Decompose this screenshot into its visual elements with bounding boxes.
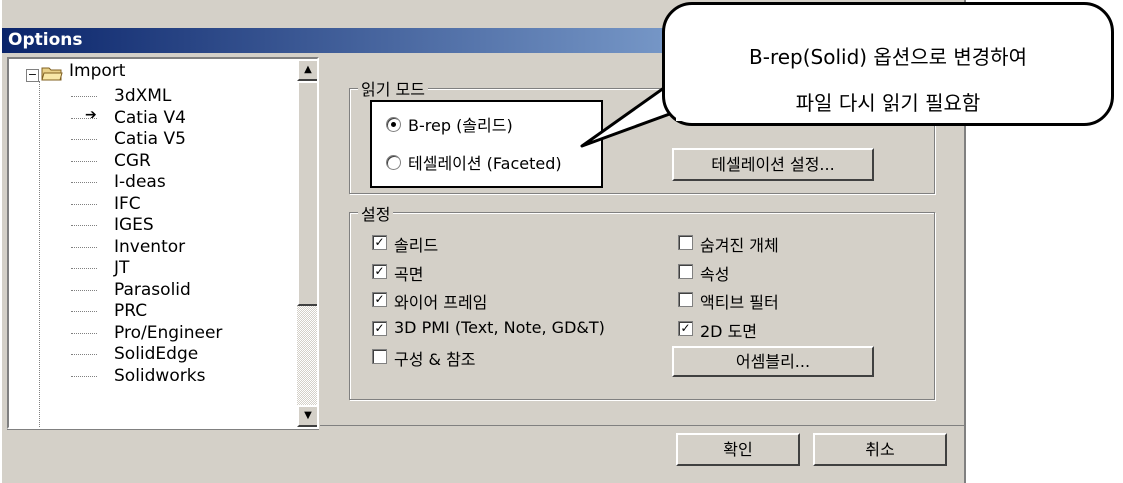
- tree-connector: [71, 246, 97, 248]
- tree-item[interactable]: JT: [114, 257, 129, 279]
- tree-item[interactable]: 3dXML: [114, 85, 171, 107]
- checkbox-label[interactable]: 솔리드: [394, 232, 438, 256]
- tree-item[interactable]: CGR: [114, 150, 151, 172]
- checkbox[interactable]: ✓: [372, 320, 387, 336]
- checkbox[interactable]: ✓: [372, 235, 387, 250]
- folder-open-icon: [41, 67, 63, 81]
- read-mode-legend: 읽기 모드: [358, 76, 428, 100]
- tessellation-label[interactable]: 테셀레이션 (Faceted): [408, 150, 562, 174]
- tessellation-radio[interactable]: [386, 155, 401, 170]
- tree-connector: [71, 182, 97, 183]
- tree-item[interactable]: IGES: [114, 214, 154, 236]
- tree-connector: [71, 268, 97, 269]
- import-tree[interactable]: − Import 3dXML ➔ Catia V4 Catia V5 CGR I-deas…: [7, 57, 319, 429]
- checkbox-label[interactable]: 와이어 프레임: [394, 289, 487, 313]
- brep-radio[interactable]: [386, 117, 401, 132]
- tree-connector: [71, 225, 97, 226]
- tree-root-label[interactable]: Import: [69, 61, 125, 81]
- checkbox-label[interactable]: 2D 도면: [700, 318, 757, 342]
- ok-button[interactable]: 확인: [676, 433, 800, 466]
- brep-label[interactable]: B-rep (솔리드): [408, 112, 513, 136]
- scroll-down-button[interactable]: ▼: [297, 405, 317, 427]
- tree-item[interactable]: SolidEdge: [114, 343, 198, 365]
- callout-line-1: B-rep(Solid) 옵션으로 변경하여: [749, 45, 1027, 69]
- checkbox-label[interactable]: 속성: [700, 261, 729, 285]
- tree-item[interactable]: Catia V5: [114, 128, 186, 150]
- checkbox[interactable]: [678, 263, 693, 279]
- checkbox[interactable]: [678, 235, 693, 250]
- callout-line-2: 파일 다시 읽기 필요함: [795, 91, 981, 115]
- collapse-icon[interactable]: −: [26, 69, 39, 82]
- tree-connector: [71, 332, 97, 334]
- scroll-up-button[interactable]: ▲: [297, 59, 317, 81]
- checkbox[interactable]: [372, 349, 387, 364]
- tree-item[interactable]: IFC: [114, 193, 141, 215]
- callout-mask: [676, 95, 716, 121]
- cancel-button[interactable]: 취소: [813, 433, 947, 466]
- checkbox[interactable]: ✓: [372, 292, 387, 307]
- tree-connector: [71, 203, 97, 205]
- checkbox[interactable]: ✓: [678, 320, 693, 336]
- tree-footer-area: [7, 429, 319, 480]
- selected-arrow-icon: ➔: [85, 106, 97, 123]
- settings-legend: 설정: [358, 201, 394, 225]
- tree-connector: [71, 311, 97, 312]
- tree-item[interactable]: Parasolid: [114, 279, 191, 301]
- tree-item[interactable]: Pro/Engineer: [114, 322, 222, 344]
- checkbox-label[interactable]: 곡면: [394, 261, 423, 285]
- tree-connector: [71, 375, 97, 377]
- callout-bubble: B-rep(Solid) 옵션으로 변경하여 파일 다시 읽기 필요함: [662, 2, 1114, 126]
- tree-item[interactable]: Catia V4: [114, 107, 186, 129]
- checkbox-label[interactable]: 액티브 필터: [700, 289, 779, 313]
- tree-connector: [71, 96, 97, 97]
- tree-scrollbar[interactable]: ▲ ▼: [297, 59, 317, 427]
- tree-line: [39, 81, 40, 427]
- window-title: Options: [8, 30, 83, 50]
- checkbox-label[interactable]: 구성 & 참조: [394, 346, 476, 370]
- checkbox-label[interactable]: 숨겨진 개체: [700, 232, 779, 256]
- tree-connector: [71, 354, 97, 355]
- assembly-button[interactable]: 어셈블리...: [672, 346, 874, 377]
- tree-item[interactable]: PRC: [114, 300, 147, 322]
- checkbox-label[interactable]: 3D PMI (Text, Note, GD&T): [394, 318, 605, 337]
- tree-connector: [71, 160, 97, 162]
- tree-connector: [71, 289, 97, 291]
- checkbox[interactable]: [678, 292, 693, 307]
- checkbox[interactable]: ✓: [372, 263, 387, 279]
- tree-item[interactable]: Solidworks: [114, 365, 205, 387]
- tree-connector: [71, 139, 97, 140]
- scroll-thumb[interactable]: [297, 81, 317, 306]
- tree-item[interactable]: Inventor: [114, 236, 185, 258]
- footer-divider: [320, 425, 964, 426]
- tree-item[interactable]: I-deas: [114, 171, 166, 193]
